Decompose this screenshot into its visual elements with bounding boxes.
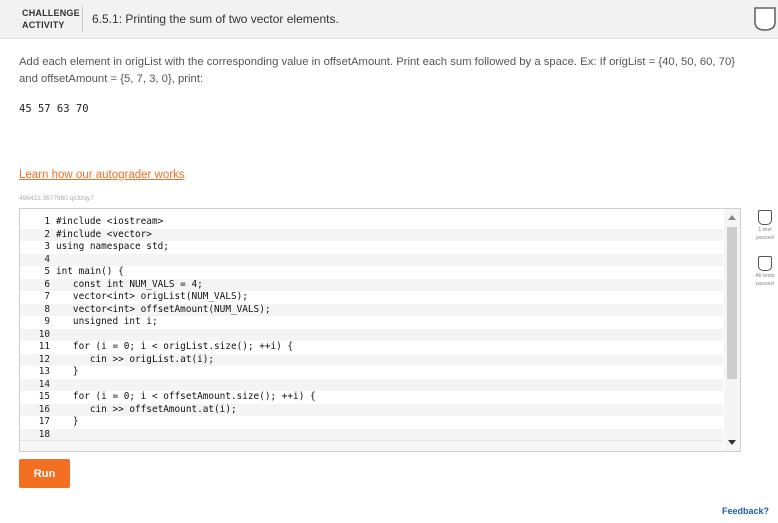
line-number: 13 [38, 366, 50, 377]
code-text[interactable]: for (i = 0; i < origList.size(); ++i) { [56, 341, 723, 354]
test-shield-icon [758, 256, 772, 271]
code-line[interactable]: 12 cin >> origList.at(i); [20, 353, 723, 367]
code-area[interactable]: 1 #include <iostream> 2 #include <vector> 3 u… [20, 209, 723, 451]
line-number: 7 [44, 291, 50, 302]
code-line[interactable]: 17 } [20, 416, 723, 429]
code-line[interactable]: 5 int main() { [20, 266, 723, 279]
test-label-line2: passed [756, 281, 774, 287]
code-text[interactable]: for (i = 0; i < offsetAmount.size(); ++i… [56, 391, 723, 404]
line-number: 2 [44, 228, 50, 240]
code-text[interactable]: unsigned int i; [56, 316, 723, 329]
code-line[interactable]: 4 [20, 253, 723, 267]
instructions-text: Add each element in origList with the co… [19, 56, 735, 85]
test-label-line2: passed [756, 235, 774, 241]
line-number: 10 [38, 328, 50, 340]
line-number: 15 [38, 391, 50, 402]
code-line[interactable]: 14 [20, 378, 723, 392]
code-text[interactable]: vector<int> offsetAmount(NUM_VALS); [56, 304, 723, 317]
code-line[interactable]: 8 vector<int> offsetAmount(NUM_VALS); [20, 303, 723, 317]
line-number: 14 [38, 378, 50, 390]
line-number: 9 [44, 316, 50, 327]
code-text[interactable]: } [56, 416, 723, 429]
code-line[interactable]: 16 cin >> offsetAmount.at(i); [20, 403, 723, 417]
feedback-link[interactable]: Feedback? [722, 506, 769, 516]
scroll-thumb[interactable] [727, 227, 737, 379]
editor-overflow-indicator [20, 440, 723, 451]
code-text[interactable]: #include <vector> [56, 229, 723, 242]
activity-title: 6.5.1: Printing the sum of two vector el… [92, 12, 339, 26]
autograder-info-link[interactable]: Learn how our autograder works [19, 169, 185, 181]
code-line[interactable]: 6 const int NUM_VALS = 4; [20, 278, 723, 292]
badge-line2: ACTIVITY [22, 20, 65, 30]
code-line[interactable]: 10 [20, 328, 723, 342]
test-result-2: All tests passed [752, 256, 778, 287]
code-line[interactable]: 9 unsigned int i; [20, 316, 723, 329]
test-label-line1: All tests [755, 273, 775, 279]
test-result-1: 1 test passed [752, 210, 778, 241]
code-line[interactable]: 7 vector<int> origList(NUM_VALS); [20, 291, 723, 304]
line-number: 5 [44, 266, 50, 277]
code-text[interactable]: } [56, 366, 723, 379]
code-text[interactable] [56, 329, 723, 342]
line-number: 12 [38, 353, 50, 365]
code-line[interactable]: 1 #include <iostream> [20, 216, 723, 229]
run-button[interactable]: Run [19, 459, 70, 488]
code-text[interactable]: using namespace std; [56, 241, 723, 254]
header-divider [82, 6, 83, 32]
badge-line1: CHALLENGE [22, 8, 80, 18]
code-editor[interactable]: 1 #include <iostream> 2 #include <vector> 3 u… [19, 208, 741, 452]
scroll-down-icon[interactable] [728, 440, 736, 445]
line-number: 1 [44, 216, 50, 227]
code-line[interactable]: 2 #include <vector> [20, 228, 723, 242]
code-text[interactable]: int main() { [56, 266, 723, 279]
activity-type-badge: CHALLENGE ACTIVITY [22, 7, 80, 31]
line-number: 11 [38, 341, 50, 352]
line-number: 8 [44, 303, 50, 315]
code-text[interactable]: const int NUM_VALS = 4; [56, 279, 723, 292]
code-text[interactable]: cin >> offsetAmount.at(i); [56, 404, 723, 417]
code-line[interactable]: 13 } [20, 366, 723, 379]
editor-scrollbar[interactable] [724, 209, 740, 451]
line-number: 16 [38, 403, 50, 415]
code-text[interactable] [56, 379, 723, 392]
scroll-up-icon[interactable] [728, 215, 736, 220]
code-line[interactable]: 15 for (i = 0; i < offsetAmount.size(); … [20, 391, 723, 404]
code-text[interactable]: vector<int> origList(NUM_VALS); [56, 291, 723, 304]
code-line[interactable]: 11 for (i = 0; i < origList.size(); ++i)… [20, 341, 723, 354]
example-output: 45 57 63 70 [19, 103, 89, 115]
file-identifier: 496422.3677980.qx3zqy7 [19, 195, 94, 202]
line-number: 3 [44, 241, 50, 252]
completion-shield-icon [754, 7, 776, 31]
code-line[interactable]: 3 using namespace std; [20, 241, 723, 254]
line-number: 6 [44, 278, 50, 290]
activity-header: CHALLENGE ACTIVITY 6.5.1: Printing the s… [0, 0, 778, 39]
line-number: 4 [44, 253, 50, 265]
line-number: 17 [38, 416, 50, 427]
code-text[interactable]: #include <iostream> [56, 216, 723, 229]
code-text[interactable] [56, 254, 723, 267]
test-shield-icon [758, 210, 772, 225]
code-text[interactable]: cin >> origList.at(i); [56, 354, 723, 367]
test-label-line1: 1 test [758, 227, 772, 233]
